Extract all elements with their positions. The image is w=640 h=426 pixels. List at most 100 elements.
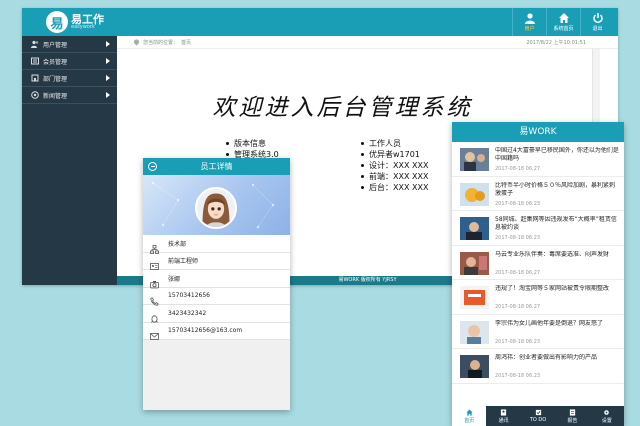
sidebar-item-label: 新闻管理 <box>43 92 68 100</box>
chevron-right-icon <box>106 41 110 47</box>
phone-icon <box>150 291 159 306</box>
employee-info-list: 技术部 前端工程师 张娜 15703412656 3423432342 1570… <box>143 235 290 341</box>
avatar[interactable] <box>195 187 237 229</box>
tab-label: 报告 <box>567 417 578 424</box>
tab-settings[interactable]: 设置 <box>590 406 624 426</box>
tab-contacts[interactable]: 通讯 <box>486 406 520 426</box>
news-date: 2017-08-18 06:27 <box>495 166 541 172</box>
back-icon[interactable] <box>148 162 157 171</box>
breadcrumb-location: 您当前的位置： <box>143 39 179 46</box>
employee-detail-phone: 员工详情 技术部 前端工程师 张娜 15703412656 3423432342… <box>143 158 290 410</box>
breadcrumb-home-link[interactable]: 首页 <box>181 39 191 46</box>
news-date: 2017-08-18 06:27 <box>495 269 541 276</box>
tab-label: 首页 <box>464 417 475 424</box>
news-item[interactable]: 比特币半小时价格５０％风险加剧，暴利紧刺激蛋子 2017-08-18 06:23 <box>452 177 624 211</box>
org-icon <box>150 239 159 254</box>
sidebar-item-users[interactable]: 用户管理 <box>22 36 117 53</box>
user-label: 用户 <box>524 26 535 32</box>
list-item: 工作人员 <box>360 138 428 149</box>
power-icon <box>592 13 603 24</box>
list-item[interactable]: 15703412656@163.com <box>143 323 290 341</box>
home-label: 系统首页 <box>553 26 574 32</box>
sidebar: 用户管理 会员管理 部门管理 新闻管理 <box>22 36 117 285</box>
news-title: 马云专业乐队伴奏：毒席要选准、闷声发财 <box>495 250 610 258</box>
list-item[interactable]: 3423432342 <box>143 305 290 323</box>
news-date: 2017-08-18 06:23 <box>495 338 541 345</box>
logo-mark: 易 <box>46 11 68 33</box>
list-item: 设计：XXX XXX <box>360 160 428 171</box>
news-thumbnail-image <box>460 251 489 275</box>
report-icon <box>569 408 576 416</box>
sidebar-item-label: 会员管理 <box>43 58 68 66</box>
user-button[interactable]: 用户 <box>512 8 546 36</box>
list-item: 技术部 <box>143 235 290 254</box>
tab-report[interactable]: 报告 <box>555 406 589 426</box>
tab-label: 设置 <box>601 417 612 424</box>
page-title: 员工详情 <box>200 162 233 171</box>
app-logo[interactable]: 易 易工作 easywork <box>46 11 104 33</box>
employee-detail-header: 员工详情 <box>143 158 290 175</box>
department-icon <box>31 74 39 82</box>
news-phone: 易WORK 中国过4大富豪早已移民国外，你还以为他们是中国籍吗 2017-08-… <box>452 122 624 426</box>
timestamp: 2017/8/22 上午10:01:51 <box>526 40 586 46</box>
list-item[interactable]: 15703412656 <box>143 288 290 306</box>
avatar-portrait-icon <box>197 189 235 227</box>
location-icon <box>133 38 140 46</box>
list-item: 版本信息 <box>225 138 279 149</box>
news-title: 违规了！淘宝网等５家网站被责令限期整改 <box>495 285 610 292</box>
sidebar-item-label: 部门管理 <box>43 75 68 83</box>
news-header-title: 易WORK <box>452 122 624 142</box>
news-title: 李宗伟为女儿画他年要是倒退？网友怒了 <box>495 319 604 327</box>
news-item[interactable]: 李宗伟为女儿画他年要是倒退？网友怒了 2017-08-18 06:23 <box>452 315 624 349</box>
sidebar-item-departments[interactable]: 部门管理 <box>22 70 117 87</box>
user-icon <box>524 13 535 24</box>
camera-icon <box>150 274 159 289</box>
top-header-bar: 易 易工作 easywork 用户 系统首页 退出 <box>22 8 618 36</box>
news-title: 58同城、赶集网等因违规发布“大概率”租赁信息被约谈 <box>495 216 617 231</box>
sidebar-item-members[interactable]: 会员管理 <box>22 53 117 70</box>
department-value: 技术部 <box>168 240 187 248</box>
email-value: 15703412656@163.com <box>168 327 243 335</box>
job-title-value: 前端工程师 <box>168 258 199 266</box>
logout-label: 退出 <box>592 26 603 32</box>
bottom-tab-bar: 首页 通讯 TO DO 报告 设置 <box>452 406 624 426</box>
chevron-right-icon <box>106 75 110 81</box>
logout-button[interactable]: 退出 <box>580 8 614 36</box>
news-item[interactable]: 马云专业乐队伴奏：毒席要选准、闷声发财 2017-08-18 06:27 <box>452 246 624 280</box>
home-icon <box>558 13 569 23</box>
news-thumbnail-image <box>460 286 489 309</box>
qq-icon <box>150 309 159 323</box>
list-item: 前端：XXX XXX <box>360 171 428 182</box>
users-icon <box>31 40 39 48</box>
news-thumbnail-image <box>460 320 489 344</box>
home-button[interactable]: 系统首页 <box>546 8 580 36</box>
qq-value: 3423432342 <box>168 309 207 317</box>
news-item[interactable]: 违规了！淘宝网等５家网站被责令限期整改 2017-08-18 06:27 <box>452 280 624 315</box>
tab-todo[interactable]: TO DO <box>521 406 555 426</box>
welcome-heading: 欢迎进入后台管理系统 <box>212 95 473 121</box>
news-icon <box>31 91 39 99</box>
sidebar-item-label: 用户管理 <box>43 41 68 49</box>
list-item: 优异者w1701 <box>360 149 428 160</box>
tab-home[interactable]: 首页 <box>452 406 487 426</box>
list-item: 前端工程师 <box>143 253 290 271</box>
mail-icon <box>150 326 159 341</box>
news-title: 比特币半小时价格５０％风险加剧，暴利紧刺激蛋子 <box>495 181 616 197</box>
tab-label: 通讯 <box>498 417 509 424</box>
news-item[interactable]: 中国过4大富豪早已移民国外，你还以为他们是中国籍吗 2017-08-18 06:… <box>452 142 624 177</box>
news-thumbnail-image <box>460 355 489 378</box>
news-date: 2017-08-18 06:27 <box>495 304 541 310</box>
breadcrumb: 您当前的位置： 首页 2017/8/22 上午10:01:51 <box>117 36 618 49</box>
news-item[interactable]: 58同城、赶集网等因违规发布“大概率”租赁信息被约谈 2017-08-18 06… <box>452 211 624 246</box>
phone-value: 15703412656 <box>168 292 210 300</box>
news-thumbnail-image <box>460 182 489 206</box>
member-icon <box>31 57 39 65</box>
news-item[interactable]: 周鸿祎：创业者要做出有影响力的产品 2017-08-18 06:23 <box>452 349 624 384</box>
news-date: 2017-08-18 06:23 <box>495 200 541 207</box>
profile-banner <box>143 175 290 235</box>
list-item: 后台：XXX XXX <box>360 182 428 193</box>
home-icon <box>466 408 473 416</box>
id-card-icon <box>150 256 159 271</box>
todo-icon <box>535 409 541 416</box>
sidebar-item-news[interactable]: 新闻管理 <box>22 87 117 104</box>
